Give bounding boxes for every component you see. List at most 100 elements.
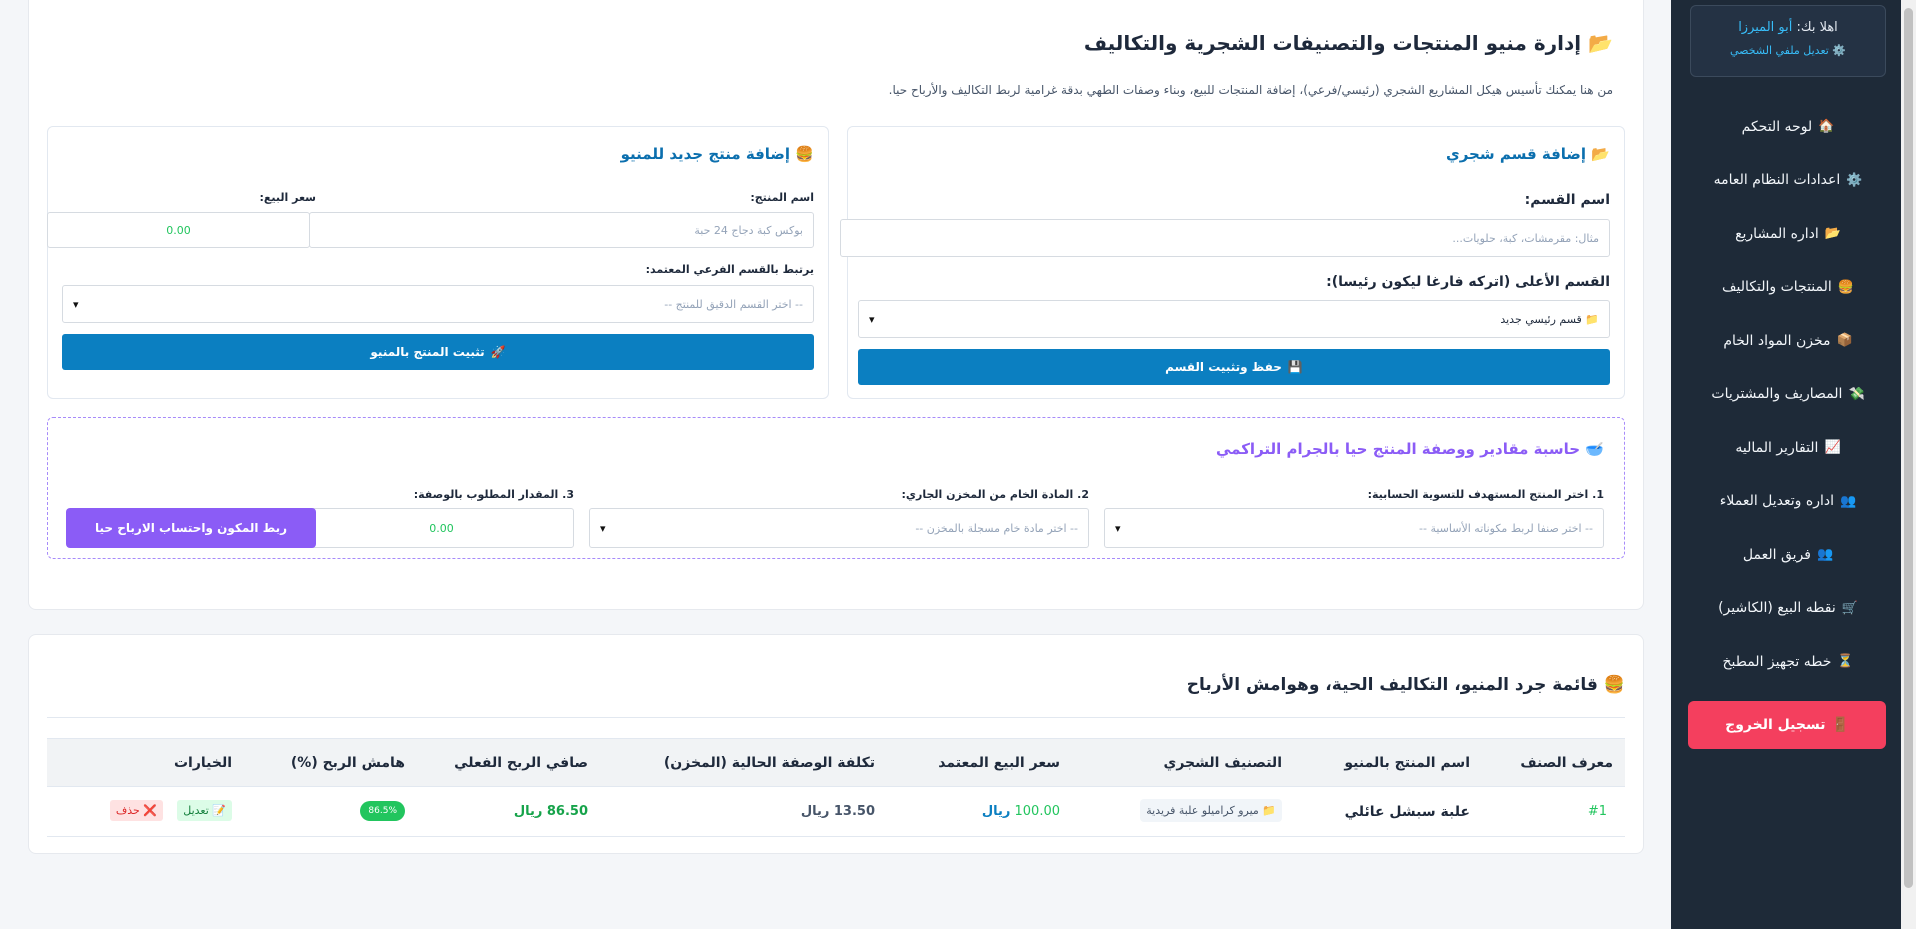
link-ingredient-label: ربط المكون واحتساب الارباح حيا xyxy=(95,521,287,535)
th-category: التصنيف الشجري xyxy=(1163,755,1282,771)
divider xyxy=(47,717,1625,718)
subcategory-value: -- اختر القسم الدقيق للمنتج -- xyxy=(664,297,803,311)
category-name-input[interactable]: مثال: مقرمشات، كبة، حلويات... xyxy=(840,219,1610,257)
menu-management-card: 📂 إدارة منيو المنتجات والتصنيفات الشجرية… xyxy=(28,0,1644,610)
edit-profile-link[interactable]: ⚙️ تعديل ملفي الشخصي xyxy=(1691,44,1885,57)
chevron-down-icon: ▾ xyxy=(1115,521,1121,535)
row-id: #1 xyxy=(1587,804,1607,819)
row-margin-badge: 86.5% xyxy=(360,801,405,821)
save-category-button[interactable]: 💾 حفظ وتثبيت القسم xyxy=(858,349,1610,385)
user-name: أبو الميرزا xyxy=(1738,20,1793,35)
subcategory-select[interactable]: -- اختر القسم الدقيق للمنتج -- ▾ xyxy=(62,285,814,323)
add-product-button[interactable]: 🚀 تثبيت المنتج بالمنيو xyxy=(62,334,814,370)
sidebar-item-label: فريق العمل xyxy=(1742,546,1811,563)
save-category-label: حفظ وتثبيت القسم xyxy=(1165,360,1282,374)
page-title: 📂 إدارة منيو المنتجات والتصنيفات الشجرية… xyxy=(1084,31,1613,55)
table-header: معرف الصنف اسم المنتج بالمنيو التصنيف ال… xyxy=(47,738,1625,787)
folder-icon: 📂 xyxy=(1824,226,1841,242)
gear-icon: ⚙️ xyxy=(1846,172,1863,188)
sidebar: اهلا بك: أبو الميرزا ⚙️ تعديل ملفي الشخص… xyxy=(1671,0,1916,929)
folder-icon: 📂 xyxy=(1591,145,1610,163)
sidebar-item-customers[interactable]: 👥 اداره وتعديل العملاء xyxy=(1690,475,1886,529)
link-ingredient-button[interactable]: ربط المكون واحتساب الارباح حيا xyxy=(66,508,316,548)
logout-label: تسجيل الخروج xyxy=(1725,717,1826,733)
quantity-placeholder: 0.00 xyxy=(429,521,454,535)
sidebar-item-label: اداره وتعديل العملاء xyxy=(1719,493,1835,510)
category-form: 📂 إضافة قسم شجري اسم القسم: مثال: مقرمشا… xyxy=(840,126,1625,399)
target-product-label: 1. اختر المنتج المستهدف للتسوية الحسابية… xyxy=(1367,488,1604,501)
th-margin: هامش الربح (%) xyxy=(290,755,405,771)
raw-material-value: -- اختر مادة خام مسجلة بالمخزن -- xyxy=(915,521,1078,535)
rocket-icon: 🚀 xyxy=(490,345,506,359)
save-icon: 💾 xyxy=(1287,360,1303,374)
sale-price-placeholder: 0.00 xyxy=(166,223,191,237)
raw-material-label: 2. المادة الخام من المخزن الجاري: xyxy=(901,488,1089,501)
chevron-down-icon: ▾ xyxy=(73,297,79,311)
sidebar-item-team[interactable]: 👥 فريق العمل xyxy=(1690,528,1886,582)
table-title-text: قائمة جرد المنيو، التكاليف الحية، وهوامش… xyxy=(1186,675,1598,695)
quantity-input[interactable]: 0.00 xyxy=(309,508,574,548)
sidebar-item-expenses[interactable]: 💸 المصاريف والمشتريات xyxy=(1690,368,1886,422)
user-box: اهلا بك: أبو الميرزا ⚙️ تعديل ملفي الشخص… xyxy=(1690,5,1886,77)
sidebar-item-kitchen-plan[interactable]: ⏳ خطه تجهيز المطبخ xyxy=(1690,635,1886,689)
sidebar-item-dashboard[interactable]: 🏠 لوحه التحكم xyxy=(1690,100,1886,154)
category-name-label: اسم القسم: xyxy=(1524,192,1610,208)
edit-label: تعديل xyxy=(183,804,209,817)
burger-icon: 🍔 xyxy=(1603,675,1625,695)
folder-icon: 📂 xyxy=(1588,31,1613,55)
sidebar-item-inventory[interactable]: 📦 مخزن المواد الخام xyxy=(1690,314,1886,368)
scrollbar[interactable] xyxy=(1901,0,1916,929)
quantity-label: 3. المقدار المطلوب بالوصفة: xyxy=(413,488,574,501)
sidebar-item-products[interactable]: 🍔 المنتجات والتكاليف xyxy=(1690,261,1886,315)
parent-category-select[interactable]: 📁 قسم رئيسي جديد ▾ xyxy=(858,300,1610,338)
parent-category-label: القسم الأعلى (اتركه فارغا ليكون رئيسا): xyxy=(1326,274,1610,290)
th-name: اسم المنتج بالمنيو xyxy=(1344,755,1470,771)
sidebar-item-reports[interactable]: 📈 التقارير الماليه xyxy=(1690,421,1886,475)
page-description: من هنا يمكنك تأسيس هيكل المشاريع الشجري … xyxy=(888,83,1613,97)
users-icon: 👥 xyxy=(1840,493,1857,509)
sidebar-item-label: نقطه البيع (الكاشير) xyxy=(1718,600,1836,617)
sidebar-item-label: التقارير الماليه xyxy=(1735,439,1819,456)
page-title-text: إدارة منيو المنتجات والتصنيفات الشجرية و… xyxy=(1083,31,1582,55)
sale-price-input[interactable]: 0.00 xyxy=(47,212,310,248)
money-icon: 💸 xyxy=(1848,386,1865,402)
product-name-input[interactable]: بوكس كبة دجاج 24 حبة xyxy=(309,212,814,248)
edit-profile-label: تعديل ملفي الشخصي xyxy=(1729,44,1829,57)
chevron-down-icon: ▾ xyxy=(869,312,875,326)
sidebar-item-label: لوحه التحكم xyxy=(1741,118,1813,135)
edit-button[interactable]: 📝 تعديل xyxy=(177,800,232,821)
menu-inventory-card: 🍔 قائمة جرد المنيو، التكاليف الحية، وهوا… xyxy=(28,634,1644,854)
bowl-icon: 🥣 xyxy=(1585,440,1604,458)
th-actions: الخيارات xyxy=(173,755,232,771)
recipe-calculator: 🥣 حاسبة مقادير ووصفة المنتج حيا بالجرام … xyxy=(47,417,1625,559)
sidebar-item-label: مخزن المواد الخام xyxy=(1723,332,1831,349)
sidebar-item-projects[interactable]: 📂 اداره المشاريع xyxy=(1690,207,1886,261)
scrollbar-thumb[interactable] xyxy=(1904,8,1913,888)
product-form-title-text: إضافة منتج جديد للمنيو xyxy=(620,145,791,163)
target-product-select[interactable]: -- اختر صنفا لربط مكوناته الأساسية -- ▾ xyxy=(1104,508,1604,548)
row-category-badge: 📁 ميرو كراميلو علبة فريدية xyxy=(1140,799,1282,822)
sidebar-item-label: اعدادات النظام العامه xyxy=(1713,172,1841,189)
raw-material-select[interactable]: -- اختر مادة خام مسجلة بالمخزن -- ▾ xyxy=(589,508,1089,548)
delete-button[interactable]: ❌ حذف xyxy=(109,800,163,821)
th-cost: تكلفة الوصفة الحالية (المخزن) xyxy=(663,755,875,771)
product-form-title: 🍔 إضافة منتج جديد للمنيو xyxy=(621,145,814,163)
add-product-label: تثبيت المنتج بالمنيو xyxy=(370,345,485,359)
sidebar-item-settings[interactable]: ⚙️ اعدادات النظام العامه xyxy=(1690,154,1886,208)
product-form: 🍔 إضافة منتج جديد للمنيو اسم المنتج: سعر… xyxy=(47,126,829,399)
target-product-value: -- اختر صنفا لربط مكوناته الأساسية -- xyxy=(1419,521,1593,535)
sale-price-label: سعر البيع: xyxy=(259,191,317,204)
sidebar-item-pos[interactable]: 🛒 نقطه البيع (الكاشير) xyxy=(1690,582,1886,636)
sidebar-item-label: المصاريف والمشتريات xyxy=(1711,386,1843,403)
row-price: 100.00 ريال xyxy=(982,804,1060,819)
gear-icon: ⚙️ xyxy=(1832,44,1847,57)
delete-label: حذف xyxy=(115,804,140,817)
th-id: معرف الصنف xyxy=(1520,755,1613,771)
row-profit: 86.50 ريال xyxy=(513,804,588,819)
th-profit: صافي الربح الفعلي xyxy=(454,755,588,771)
chevron-down-icon: ▾ xyxy=(600,521,606,535)
product-name-label: اسم المنتج: xyxy=(750,191,814,204)
edit-icon: 📝 xyxy=(212,804,226,817)
logout-button[interactable]: 🚪 تسجيل الخروج xyxy=(1688,701,1886,749)
category-form-title-text: إضافة قسم شجري xyxy=(1445,145,1587,163)
